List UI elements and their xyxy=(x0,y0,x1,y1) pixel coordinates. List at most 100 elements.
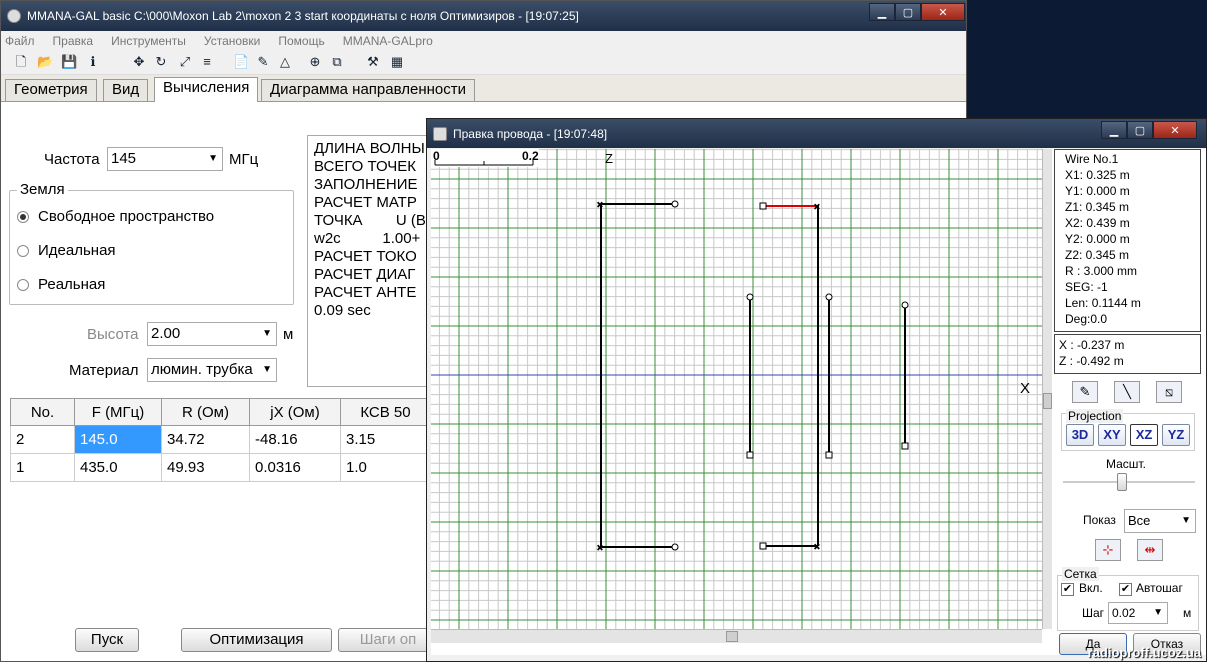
wire-node[interactable] xyxy=(901,442,909,450)
document-icon[interactable]: 📄 xyxy=(233,54,249,70)
wire-node[interactable] xyxy=(759,542,767,550)
resize-icon[interactable]: ⤢ xyxy=(177,54,193,70)
projection-xy-button[interactable]: XY xyxy=(1098,424,1126,446)
vertical-scrollbar[interactable] xyxy=(1042,149,1052,629)
material-combo[interactable]: люмин. трубка ▼ xyxy=(147,358,277,382)
tab-view[interactable]: Вид xyxy=(103,79,149,101)
cell[interactable]: 0.0316 xyxy=(249,453,341,482)
save-icon[interactable]: 💾 xyxy=(61,54,77,70)
tab-bar: Геометрия Вид Вычисления Диаграмма напра… xyxy=(1,77,966,102)
table-row[interactable]: 1 435.0 49.93 0.0316 1.0 xyxy=(10,453,431,482)
maximize-button[interactable]: ▢ xyxy=(895,3,921,21)
open-folder-icon[interactable]: 📂 xyxy=(37,54,53,70)
col-no[interactable]: No. xyxy=(10,398,75,426)
start-button[interactable]: Пуск xyxy=(75,628,139,652)
cell[interactable]: 2 xyxy=(10,425,75,454)
horizontal-scrollbar[interactable] xyxy=(431,629,1042,643)
tools-icon[interactable]: ⚒ xyxy=(365,54,381,70)
wire-node[interactable] xyxy=(671,543,679,551)
close-button[interactable]: ✕ xyxy=(921,3,965,21)
projection-yz-button[interactable]: YZ xyxy=(1162,424,1190,446)
wire-node[interactable] xyxy=(901,301,909,309)
frequency-combo[interactable]: 145 ▼ xyxy=(107,147,223,171)
shrink-icon[interactable]: ⇹ xyxy=(1137,539,1163,561)
height-label: Высота xyxy=(87,326,139,343)
ground-real-radio[interactable] xyxy=(17,279,29,291)
expand-icon[interactable]: ⊹ xyxy=(1095,539,1121,561)
menu-tools[interactable]: Инструменты xyxy=(111,34,186,48)
rotate-icon[interactable]: ↻ xyxy=(153,54,169,70)
calculation-log: ДЛИНА ВОЛНЫ ВСЕГО ТОЧЕК ЗАПОЛНЕНИЕ РАСЧЕТ М… xyxy=(307,135,432,387)
minimize-button[interactable]: ▁ xyxy=(1101,121,1127,139)
menu-file[interactable]: Файл xyxy=(5,34,35,48)
show-combo[interactable]: Все ▼ xyxy=(1124,509,1196,533)
tab-pattern[interactable]: Диаграмма направленности xyxy=(261,79,475,101)
wire-node[interactable] xyxy=(759,202,767,210)
col-r[interactable]: R (Ом) xyxy=(161,398,250,426)
main-titlebar[interactable]: MMANA-GAL basic C:\000\Moxon Lab 2\moxon… xyxy=(1,1,966,31)
ground-perfect-radio[interactable] xyxy=(17,245,29,257)
cell[interactable]: -48.16 xyxy=(249,425,341,454)
scale-slider-track[interactable] xyxy=(1063,481,1195,483)
cell[interactable]: 1.0 xyxy=(340,453,431,482)
height-combo[interactable]: 2.00 ▼ xyxy=(147,322,277,346)
edit-wire-icon[interactable]: ✎ xyxy=(1072,381,1098,403)
app-icon xyxy=(7,9,21,23)
close-button[interactable]: ✕ xyxy=(1153,121,1197,139)
menu-settings[interactable]: Установки xyxy=(204,34,260,48)
cell[interactable]: 49.93 xyxy=(161,453,250,482)
ground-title: Земля xyxy=(17,181,68,198)
cell-selected[interactable]: 145.0 xyxy=(74,425,162,454)
minimize-button[interactable]: ▁ xyxy=(869,3,895,21)
menu-edit[interactable]: Правка xyxy=(53,34,94,48)
col-freq[interactable]: F (МГц) xyxy=(74,398,162,426)
cell[interactable]: 1 xyxy=(10,453,75,482)
log-line: РАСЧЕТ АНТЕ xyxy=(314,284,417,301)
wire-end-marks: × × × × xyxy=(597,200,821,555)
table-row[interactable]: 2 145.0 34.72 -48.16 3.15 xyxy=(10,425,431,454)
menu-help[interactable]: Помощь xyxy=(278,34,324,48)
grid-svg: 0 0.2 Z X × × × × xyxy=(431,149,1042,629)
optimize-button[interactable]: Оптимизация xyxy=(181,628,332,652)
scale-end: 0.2 xyxy=(522,149,539,163)
menu-pro[interactable]: MMANA-GALpro xyxy=(343,34,433,48)
edit-wire-icon[interactable]: ✎ xyxy=(255,54,271,70)
auto-step-checkbox[interactable]: ✔ xyxy=(1119,583,1132,596)
draw-wire-icon[interactable]: ╲ xyxy=(1114,381,1140,403)
scale-slider-thumb[interactable] xyxy=(1117,473,1127,491)
log-line: РАСЧЕТ МАТР xyxy=(314,194,417,211)
steps-button[interactable]: Шаги оп xyxy=(338,628,438,652)
wire-y2: Y2: 0.000 m xyxy=(1065,232,1130,246)
maximize-button[interactable]: ▢ xyxy=(1127,121,1153,139)
scroll-thumb[interactable] xyxy=(1043,393,1052,409)
col-swr[interactable]: КСВ 50 xyxy=(340,398,431,426)
new-file-icon[interactable]: 🗋 xyxy=(13,54,29,70)
wire-node[interactable] xyxy=(825,451,833,459)
cell[interactable]: 435.0 xyxy=(74,453,162,482)
copy-icon[interactable]: ⧉ xyxy=(329,54,345,70)
cell[interactable]: 3.15 xyxy=(340,425,431,454)
projection-3d-button[interactable]: 3D xyxy=(1066,424,1094,446)
col-jx[interactable]: jX (Ом) xyxy=(249,398,341,426)
wire-node[interactable] xyxy=(746,293,754,301)
cell[interactable]: 34.72 xyxy=(161,425,250,454)
tab-geometry[interactable]: Геометрия xyxy=(5,79,97,101)
x-mark: × xyxy=(597,200,603,211)
tab-calculation[interactable]: Вычисления xyxy=(154,77,259,102)
calculator-icon[interactable]: ▦ xyxy=(389,54,405,70)
grid-on-checkbox[interactable]: ✔ xyxy=(1061,583,1074,596)
wire-node[interactable] xyxy=(746,451,754,459)
info-icon[interactable]: ℹ xyxy=(85,54,101,70)
projection-xz-button[interactable]: XZ xyxy=(1130,424,1158,446)
target-icon[interactable]: ⊕ xyxy=(307,54,323,70)
ground-free-radio[interactable] xyxy=(17,211,29,223)
wire-node[interactable] xyxy=(825,293,833,301)
scroll-thumb[interactable] xyxy=(726,631,738,642)
select-box-icon[interactable]: ⧅ xyxy=(1156,381,1182,403)
triangle-icon[interactable]: △ xyxy=(277,54,293,70)
wire-node[interactable] xyxy=(671,200,679,208)
move-icon[interactable]: ✥ xyxy=(131,54,147,70)
dialog-titlebar[interactable]: Правка провода - [19:07:48] ▁ ▢ ✕ xyxy=(427,119,1206,148)
segments-icon[interactable]: ≡ xyxy=(199,54,215,70)
step-combo[interactable]: 0.02 ▼ xyxy=(1108,602,1168,624)
